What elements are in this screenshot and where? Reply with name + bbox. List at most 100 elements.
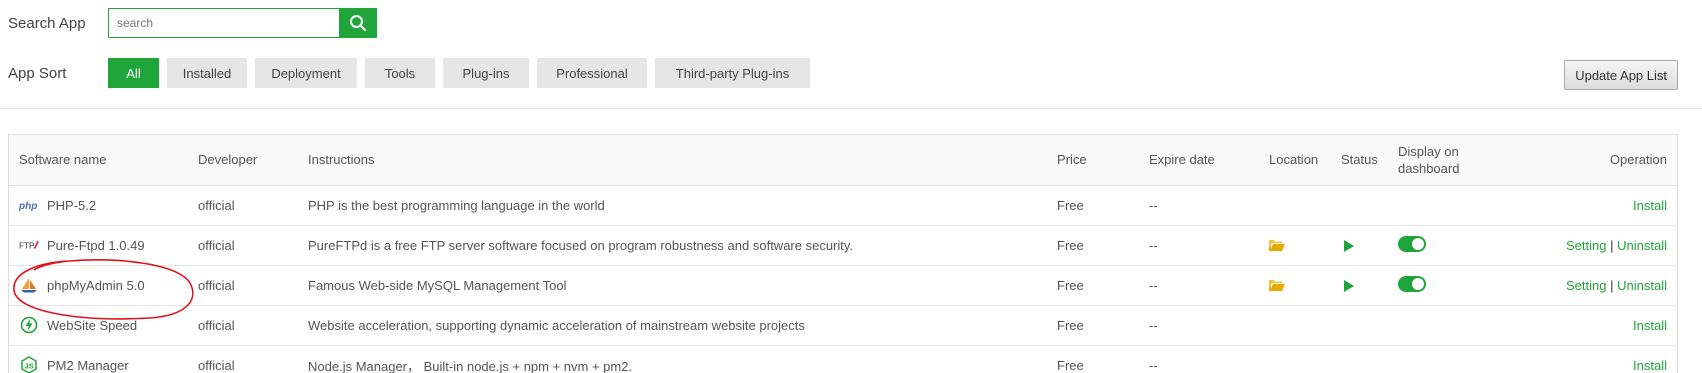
operation-cell: Install — [1508, 305, 1677, 346]
dashboard-toggle[interactable] — [1398, 235, 1426, 252]
software-name: Pure-Ftpd 1.0.49 — [47, 237, 145, 253]
header-expire-date: Expire date — [1139, 135, 1259, 186]
expire-cell: -- — [1139, 185, 1259, 226]
price-cell: Free — [1047, 345, 1139, 373]
search-button[interactable] — [339, 8, 377, 38]
header-price: Price — [1047, 135, 1139, 186]
instructions-cell: PureFTPd is a free FTP server software f… — [298, 225, 1047, 266]
location-cell — [1259, 265, 1331, 306]
header-software-name: Software name — [9, 135, 188, 186]
install-link[interactable]: Install — [1633, 318, 1667, 333]
separator: | — [1610, 277, 1614, 293]
software-name: PHP-5.2 — [47, 197, 97, 213]
svg-text:JS: JS — [25, 362, 34, 371]
developer-cell: official — [188, 305, 298, 346]
install-link[interactable]: Install — [1633, 198, 1667, 213]
ftp-icon: FTP — [19, 237, 39, 253]
expire-cell: -- — [1139, 225, 1259, 266]
display-cell — [1388, 265, 1508, 306]
instructions-cell: Node.js Manager， Built-in node.js + npm … — [298, 345, 1047, 373]
sort-row: App Sort All Installed Deployment Tools … — [0, 58, 810, 88]
tab-plug-ins[interactable]: Plug-ins — [443, 58, 529, 88]
tab-third-party-plug-ins[interactable]: Third-party Plug-ins — [655, 58, 810, 88]
header-display-line1: Display on — [1398, 143, 1459, 159]
software-table: Software name Developer Instructions Pri… — [8, 134, 1678, 373]
separator: | — [1610, 237, 1614, 253]
uninstall-link[interactable]: Uninstall — [1617, 238, 1667, 253]
uninstall-link[interactable]: Uninstall — [1617, 278, 1667, 293]
header-display-on-dashboard: Display on dashboard — [1388, 135, 1508, 186]
search-input[interactable] — [108, 8, 339, 38]
tab-installed[interactable]: Installed — [167, 58, 247, 88]
search-label: Search App — [8, 14, 86, 32]
location-cell — [1259, 345, 1331, 373]
developer-cell: official — [188, 345, 298, 373]
php-icon: php — [19, 197, 39, 213]
lightning-icon — [19, 316, 39, 334]
header-developer: Developer — [188, 135, 298, 186]
header-display-line2: dashboard — [1398, 160, 1460, 176]
header-operation: Operation — [1508, 135, 1677, 186]
display-cell — [1388, 305, 1508, 346]
display-cell — [1388, 185, 1508, 226]
tab-tools[interactable]: Tools — [365, 58, 435, 88]
software-name: phpMyAdmin 5.0 — [47, 277, 145, 293]
price-cell: Free — [1047, 185, 1139, 226]
table-row: JS PM2 Manager official Node.js Manager，… — [9, 345, 1677, 373]
tab-all[interactable]: All — [108, 58, 159, 88]
play-icon[interactable] — [1344, 239, 1354, 252]
nodejs-icon: JS — [19, 356, 39, 373]
status-cell — [1331, 185, 1388, 226]
table-header-row: Software name Developer Instructions Pri… — [9, 135, 1677, 186]
software-name: PM2 Manager — [47, 357, 129, 373]
developer-cell: official — [188, 225, 298, 266]
phpmyadmin-icon — [19, 277, 39, 293]
folder-icon[interactable] — [1269, 279, 1285, 292]
svg-text:FTP: FTP — [19, 242, 35, 251]
developer-cell: official — [188, 185, 298, 226]
status-cell — [1331, 305, 1388, 346]
header-location: Location — [1259, 135, 1331, 186]
location-cell — [1259, 305, 1331, 346]
expire-cell: -- — [1139, 345, 1259, 373]
update-app-list-button[interactable]: Update App List — [1564, 60, 1678, 90]
folder-icon[interactable] — [1269, 239, 1285, 252]
expire-cell: -- — [1139, 305, 1259, 346]
instructions-cell: Famous Web-side MySQL Management Tool — [298, 265, 1047, 306]
table-row: WebSite Speed official Website accelerat… — [9, 305, 1677, 346]
status-cell — [1331, 345, 1388, 373]
software-name: WebSite Speed — [47, 317, 138, 333]
operation-cell: Setting | Uninstall — [1508, 265, 1677, 306]
table-row: php PHP-5.2 official PHP is the best pro… — [9, 185, 1677, 226]
operation-cell: Install — [1508, 185, 1677, 226]
tab-professional[interactable]: Professional — [537, 58, 647, 88]
sort-label: App Sort — [8, 64, 67, 82]
instructions-cell: PHP is the best programming language in … — [298, 185, 1047, 226]
search-icon — [350, 15, 367, 32]
price-cell: Free — [1047, 265, 1139, 306]
install-link[interactable]: Install — [1633, 358, 1667, 373]
display-cell — [1388, 225, 1508, 266]
dashboard-toggle[interactable] — [1398, 275, 1426, 292]
play-icon[interactable] — [1344, 279, 1354, 292]
search-box — [108, 8, 377, 38]
search-row: Search App — [0, 8, 377, 38]
price-cell: Free — [1047, 225, 1139, 266]
expire-cell: -- — [1139, 265, 1259, 306]
table-row: phpMyAdmin 5.0 official Famous Web-side … — [9, 265, 1677, 306]
status-cell — [1331, 265, 1388, 306]
divider — [0, 108, 1702, 109]
status-cell — [1331, 225, 1388, 266]
location-cell — [1259, 185, 1331, 226]
tab-deployment[interactable]: Deployment — [255, 58, 357, 88]
setting-link[interactable]: Setting — [1566, 278, 1606, 293]
display-cell — [1388, 345, 1508, 373]
sort-tabs: All Installed Deployment Tools Plug-ins … — [108, 58, 810, 88]
operation-cell: Install — [1508, 345, 1677, 373]
svg-text:php: php — [19, 201, 37, 211]
header-status: Status — [1331, 135, 1388, 186]
setting-link[interactable]: Setting — [1566, 238, 1606, 253]
header-instructions: Instructions — [298, 135, 1047, 186]
location-cell — [1259, 225, 1331, 266]
price-cell: Free — [1047, 305, 1139, 346]
